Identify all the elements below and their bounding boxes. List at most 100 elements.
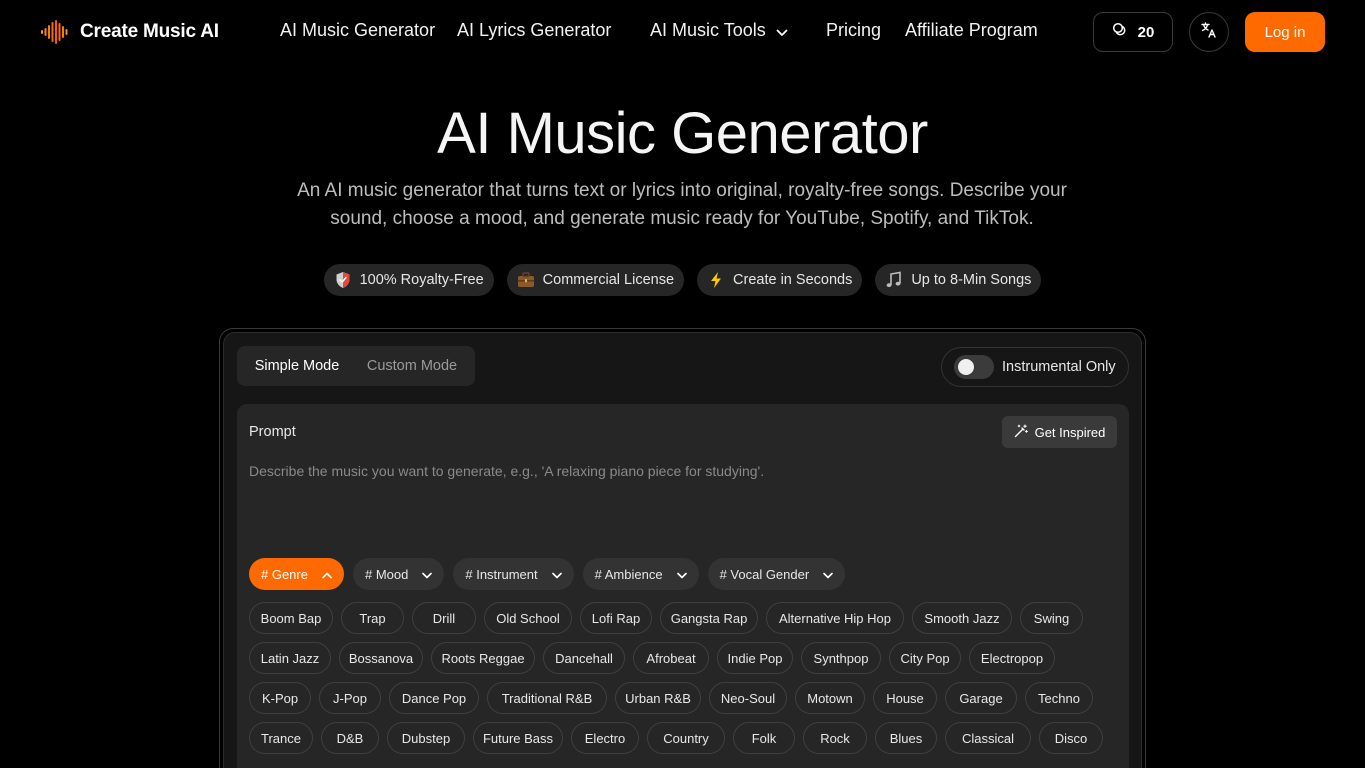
genre-tag[interactable]: Bossanova <box>339 642 423 674</box>
get-inspired-label: Get Inspired <box>1034 424 1106 440</box>
genre-tag[interactable]: Boom Bap <box>249 602 333 634</box>
get-inspired-button[interactable]: Get Inspired <box>1002 416 1117 448</box>
category-instrument[interactable]: # Instrument <box>453 558 574 590</box>
music-note-icon <box>885 271 903 289</box>
briefcase-icon <box>517 271 535 289</box>
nav-dropdown-label: AI Music Tools <box>650 20 766 40</box>
tab-custom-mode[interactable]: Custom Mode <box>353 350 471 382</box>
shield-icon <box>334 271 352 289</box>
badge-royalty-free: 100% Royalty-Free <box>323 264 494 296</box>
credits-button[interactable]: 20 <box>1093 12 1173 52</box>
genre-tag[interactable]: Trap <box>341 602 404 634</box>
prompt-input[interactable] <box>249 463 1109 543</box>
translate-icon <box>1200 21 1218 44</box>
genre-tag[interactable]: Rock <box>803 722 867 754</box>
chevron-up-icon <box>322 567 332 582</box>
badge-create-in-seconds: Create in Seconds <box>697 264 863 296</box>
badge-song-length: Up to 8-Min Songs <box>875 264 1042 296</box>
category-ambience[interactable]: # Ambience <box>582 558 699 590</box>
genre-tag[interactable]: Techno <box>1025 682 1093 714</box>
nav-link-ai-lyrics-generator[interactable]: AI Lyrics Generator <box>457 20 611 41</box>
genre-tag[interactable]: Synthpop <box>801 642 881 674</box>
chevron-down-icon <box>551 567 562 582</box>
tag-row: Latin Jazz Bossanova Roots Reggae Danceh… <box>249 642 1119 674</box>
chevron-down-icon <box>676 567 687 582</box>
genre-tag[interactable]: Electro <box>571 722 639 754</box>
genre-tag[interactable]: Latin Jazz <box>249 642 331 674</box>
nav-link-pricing[interactable]: Pricing <box>826 20 881 41</box>
category-label: # Genre <box>261 566 308 582</box>
genre-tag[interactable]: Trance <box>249 722 313 754</box>
prompt-label: Prompt <box>249 424 296 440</box>
genre-tag[interactable]: Urban R&B <box>615 682 701 714</box>
genre-tag[interactable]: Motown <box>795 682 865 714</box>
genre-tag[interactable]: Afrobeat <box>633 642 709 674</box>
badge-label: Create in Seconds <box>733 272 853 288</box>
genre-tag[interactable]: D&B <box>321 722 379 754</box>
category-label: # Ambience <box>594 566 663 582</box>
tag-row: Boom Bap Trap Drill Old School Lofi Rap … <box>249 602 1119 634</box>
genre-tag[interactable]: Electropop <box>969 642 1055 674</box>
genre-tag[interactable]: Country <box>647 722 725 754</box>
genre-tag[interactable]: Roots Reggae <box>431 642 535 674</box>
genre-tag[interactable]: Gangsta Rap <box>660 602 758 634</box>
genre-tag[interactable]: Folk <box>733 722 795 754</box>
badge-label: Up to 8-Min Songs <box>911 272 1032 288</box>
category-label: # Mood <box>364 566 409 582</box>
category-genre[interactable]: # Genre <box>249 558 344 590</box>
genre-tag[interactable]: Old School <box>484 602 572 634</box>
genre-tag[interactable]: Classical <box>945 722 1031 754</box>
category-mood[interactable]: # Mood <box>352 558 445 590</box>
badge-commercial-license: Commercial License <box>506 264 685 296</box>
genre-tag[interactable]: Lofi Rap <box>580 602 652 634</box>
genre-tag[interactable]: Blues <box>875 722 937 754</box>
coins-icon <box>1112 22 1128 42</box>
page-subtitle: An AI music generator that turns text or… <box>297 180 1067 229</box>
genre-tag[interactable]: Traditional R&B <box>487 682 607 714</box>
genre-tag[interactable]: Indie Pop <box>717 642 793 674</box>
genre-tag[interactable]: City Pop <box>889 642 961 674</box>
nav-link-affiliate-program[interactable]: Affiliate Program <box>905 20 1038 41</box>
chevron-down-icon <box>422 567 433 582</box>
tag-category-row: # Genre # Mood # Instrument # Ambience #… <box>249 558 846 590</box>
brand-logo[interactable]: Create Music AI <box>40 18 219 46</box>
genre-tag[interactable]: Drill <box>412 602 476 634</box>
nav-dropdown-ai-music-tools[interactable]: AI Music Tools <box>650 20 788 42</box>
category-label: # Vocal Gender <box>719 566 810 582</box>
genre-tag[interactable]: Dance Pop <box>389 682 479 714</box>
lightning-icon <box>707 271 725 289</box>
login-button[interactable]: Log in <box>1245 12 1325 52</box>
category-label: # Instrument <box>465 566 538 582</box>
waveform-logo-icon <box>40 20 70 44</box>
page-title: AI Music Generator <box>437 101 928 166</box>
credits-count: 20 <box>1137 23 1155 41</box>
genre-tag[interactable]: Dubstep <box>387 722 465 754</box>
chevron-down-icon <box>823 567 833 582</box>
genre-tag[interactable]: Future Bass <box>473 722 563 754</box>
genre-tag[interactable]: Neo-Soul <box>709 682 787 714</box>
magic-wand-icon <box>1014 423 1028 441</box>
tab-simple-mode[interactable]: Simple Mode <box>241 350 353 382</box>
genre-tag[interactable]: J-Pop <box>319 682 381 714</box>
toggle-knob <box>958 359 974 375</box>
nav-link-ai-music-generator[interactable]: AI Music Generator <box>280 20 435 41</box>
genre-tag[interactable]: Alternative Hip Hop <box>766 602 904 634</box>
category-vocal-gender[interactable]: # Vocal Gender <box>707 558 846 590</box>
genre-tag[interactable]: K-Pop <box>249 682 311 714</box>
genre-tag[interactable]: Smooth Jazz <box>912 602 1012 634</box>
instrumental-toggle[interactable] <box>954 355 994 379</box>
instrumental-label: Instrumental Only <box>1002 359 1116 375</box>
genre-tag-list: Boom Bap Trap Drill Old School Lofi Rap … <box>249 602 1119 762</box>
genre-tag[interactable]: House <box>873 682 937 714</box>
genre-tag[interactable]: Dancehall <box>543 642 625 674</box>
genre-tag[interactable]: Garage <box>945 682 1017 714</box>
instrumental-toggle-control[interactable]: Instrumental Only <box>941 347 1129 387</box>
genre-tag[interactable]: Swing <box>1020 602 1083 634</box>
badge-label: 100% Royalty-Free <box>359 272 484 288</box>
genre-tag[interactable]: Disco <box>1039 722 1103 754</box>
chevron-down-icon <box>776 21 788 42</box>
language-button[interactable] <box>1189 12 1229 52</box>
top-nav: Create Music AI AI Music Generator AI Ly… <box>0 0 1365 64</box>
feature-badges: 100% Royalty-Free Commercial License Cre… <box>0 264 1365 296</box>
badge-label: Commercial License <box>542 272 675 288</box>
